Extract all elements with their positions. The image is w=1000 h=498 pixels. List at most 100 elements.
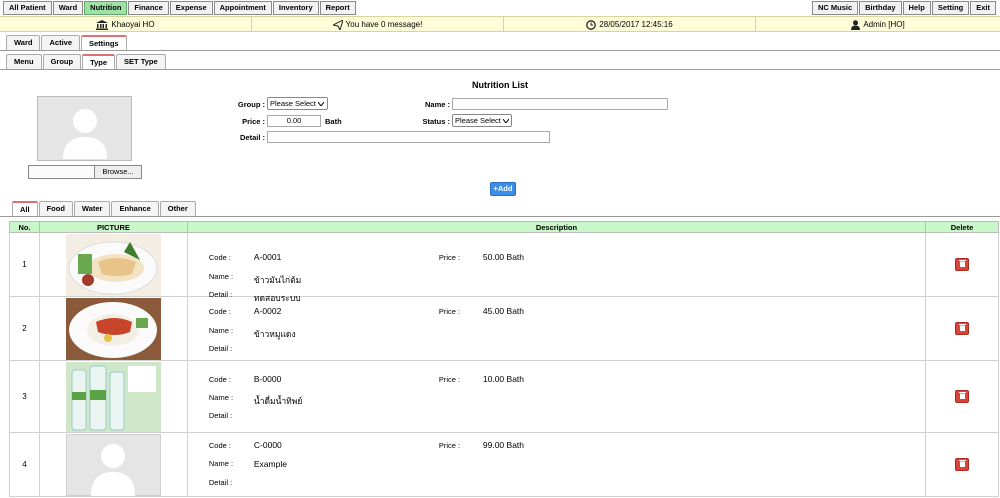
browse-button[interactable]: Browse... [95, 166, 141, 178]
status-select-value: Please Select [455, 116, 501, 125]
row-picture-cell [38, 296, 188, 361]
tabs-level1-line [0, 50, 1000, 51]
row-number: 4 [9, 432, 40, 497]
name-input[interactable] [452, 98, 668, 110]
row-delete-cell [925, 360, 999, 433]
nav-appointment[interactable]: Appointment [213, 1, 272, 15]
row-number: 1 [9, 232, 40, 297]
status-label: Status : [422, 117, 450, 126]
nav-all-patient[interactable]: All Patient [3, 1, 52, 15]
delete-button[interactable] [955, 258, 970, 271]
name-label: Name : [208, 326, 234, 335]
row-price: 10.00 Bath [482, 374, 525, 384]
row-price: 50.00 Bath [482, 252, 525, 262]
row-description-cell: Code : A-0002 Price : 45.00 Bath Name : … [186, 296, 927, 361]
tabs-level1: Ward Active Settings [6, 35, 128, 50]
nav-nutrition[interactable]: Nutrition [84, 1, 128, 15]
nav-setting[interactable]: Setting [931, 1, 970, 15]
message-cell[interactable]: You have 0 message! [252, 17, 504, 32]
detail-label: Detail : [208, 478, 233, 487]
page-title: Nutrition List [472, 80, 528, 90]
price-label: Price : [438, 307, 461, 316]
price-label: Price : [438, 375, 461, 384]
nav-ward[interactable]: Ward [52, 1, 84, 15]
table-row: 2 Code : A-0002 Price : 45.00 Bath Name … [9, 296, 999, 361]
user-icon [851, 19, 861, 30]
row-picture-cell [38, 360, 188, 433]
price-label: Price : [242, 117, 265, 126]
add-button[interactable]: +Add [490, 182, 516, 196]
status-select[interactable]: Please Select [452, 114, 512, 127]
branch-name: Khaoyai HO [111, 19, 155, 29]
red-pork-rice-image [65, 297, 161, 360]
tab-enhance[interactable]: Enhance [111, 201, 159, 216]
tab-other[interactable]: Other [159, 201, 196, 216]
nav-finance[interactable]: Finance [128, 1, 169, 15]
paper-plane-icon [332, 19, 343, 30]
delete-button[interactable] [955, 390, 970, 403]
row-price: 45.00 Bath [482, 306, 525, 316]
nav-report[interactable]: Report [319, 1, 356, 15]
row-code: B-0000 [253, 374, 282, 384]
row-name: น้ำดื่มน้ำทิพย์ [253, 396, 303, 406]
tab-water[interactable]: Water [73, 201, 111, 216]
tab-set-type[interactable]: SET Type [116, 54, 166, 69]
detail-label: Detail : [208, 411, 233, 420]
tab-group[interactable]: Group [42, 54, 82, 69]
user-placeholder-icon [62, 108, 107, 159]
datetime-cell: 28/05/2017 12:45:16 [504, 17, 756, 32]
row-code: C-0000 [253, 440, 282, 450]
row-delete-cell [925, 432, 999, 497]
row-name: Example [253, 459, 287, 469]
row-number: 3 [9, 360, 40, 433]
code-label: Code : [208, 375, 231, 384]
tab-ward[interactable]: Ward [6, 35, 41, 50]
price-input[interactable]: 0.00 [267, 115, 321, 127]
tab-settings[interactable]: Settings [81, 35, 127, 50]
tab-food[interactable]: Food [38, 201, 73, 216]
tab-all[interactable]: All [12, 201, 38, 216]
water-bottles-image [65, 361, 161, 432]
delete-button[interactable] [955, 322, 970, 335]
nav-nc-music[interactable]: NC Music [811, 1, 859, 15]
file-input[interactable]: Browse... [28, 165, 142, 179]
row-code: A-0002 [253, 306, 282, 316]
name-label: Name : [208, 459, 234, 468]
tabs-level2-line [0, 69, 1000, 70]
nav-help[interactable]: Help [902, 1, 931, 15]
row-picture-cell [38, 432, 188, 497]
delete-button[interactable] [955, 458, 970, 471]
tab-type[interactable]: Type [82, 54, 116, 69]
row-name: ข้าวหมูแดง [253, 329, 296, 339]
detail-input[interactable] [267, 131, 550, 143]
header-no: No. [9, 221, 40, 233]
price-label: Price : [438, 441, 461, 450]
trash-icon [958, 324, 966, 331]
nav-exit[interactable]: Exit [970, 1, 996, 15]
table-row: 4 Code : C-0000 Price : 99.00 Bath Name … [9, 432, 999, 497]
user-name: Admin [HO] [863, 19, 905, 29]
branch-cell: Khaoyai HO [0, 17, 252, 32]
trash-icon [958, 392, 966, 399]
row-name: ข้าวมันไก่ต้ม [253, 275, 302, 285]
top-navigation: All Patient Ward Nutrition Finance Expen… [0, 0, 1000, 16]
tab-menu[interactable]: Menu [6, 54, 42, 69]
code-label: Code : [208, 307, 231, 316]
nutrition-table: No. PICTURE Description Delete 1 Code: … [9, 221, 999, 497]
row-description-cell: Code : A-0001 Price : 50.00 Bath Name : … [186, 232, 927, 303]
filter-tabs-line [0, 216, 1000, 217]
row-description-cell: Code : C-0000 Price : 99.00 Bath Name : … [186, 432, 927, 497]
nav-birthday[interactable]: Birthday [859, 1, 902, 15]
name-label: Name : [208, 272, 234, 281]
nav-expense[interactable]: Expense [169, 1, 213, 15]
header-picture: PICTURE [38, 221, 188, 233]
tab-active[interactable]: Active [41, 35, 80, 50]
row-price: 99.00 Bath [482, 440, 525, 450]
group-select[interactable]: Please Select [267, 97, 328, 110]
top-nav-left: All Patient Ward Nutrition Finance Expen… [3, 1, 357, 15]
bank-icon [96, 19, 109, 30]
nav-inventory[interactable]: Inventory [272, 1, 319, 15]
file-name-field[interactable] [29, 166, 95, 178]
table-header-row: No. PICTURE Description Delete [9, 221, 999, 233]
row-picture-cell [38, 232, 188, 297]
